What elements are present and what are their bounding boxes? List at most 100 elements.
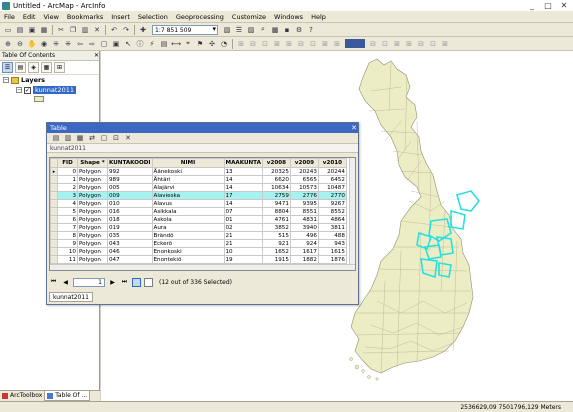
focus-data-frame-icon[interactable]: ⊡ (380, 39, 390, 49)
cell-v2009[interactable]: 4831 (289, 215, 319, 224)
cell-v2008[interactable]: 515 (261, 231, 291, 240)
table-close-icon[interactable]: ✕ (350, 123, 358, 133)
maximize-button[interactable]: □ (542, 1, 554, 10)
table-vertical-scrollbar[interactable] (349, 158, 355, 270)
cell-maakunta[interactable]: 21 (223, 231, 263, 240)
cell-v2008[interactable]: 3852 (261, 223, 291, 232)
cell-v2008[interactable]: 10634 (261, 183, 291, 192)
cell-v2010[interactable]: 488 (317, 231, 347, 240)
print-icon[interactable]: ▦ (39, 25, 49, 35)
layout-zoom-combo[interactable] (345, 39, 365, 48)
toc-options-icon[interactable]: ⊞ (54, 62, 65, 73)
next-record-icon[interactable]: ▶ (108, 279, 117, 286)
cell-kuntakoodi[interactable]: 019 (107, 223, 153, 232)
cell-shape[interactable]: Polygon (77, 231, 108, 240)
cell-fid[interactable]: 3 (57, 191, 78, 200)
row-selector-header[interactable] (50, 158, 58, 168)
hyperlink-icon[interactable]: ⚡ (147, 39, 157, 49)
cell-fid[interactable]: 10 (57, 247, 78, 256)
cell-v2008[interactable]: 1652 (261, 247, 291, 256)
cell-shape[interactable]: Polygon (77, 239, 108, 248)
save-icon[interactable]: ▣ (27, 25, 37, 35)
show-selected-records-icon[interactable] (144, 277, 153, 287)
table-layer-tab[interactable]: kunnat2011 (47, 144, 358, 153)
cell-v2008[interactable]: 1915 (261, 255, 291, 264)
cell-v2009[interactable]: 10573 (289, 183, 319, 192)
layout-extra3-icon[interactable]: ⊠ (440, 39, 450, 49)
html-popup-icon[interactable]: ▤ (159, 39, 169, 49)
arctoolbox-icon[interactable]: ▩ (270, 25, 280, 35)
cell-kuntakoodi[interactable]: 016 (107, 207, 153, 216)
column-header-v2010[interactable]: v2010 (317, 158, 347, 168)
table-row[interactable]: 7 Polygon 019 Aura 02 3852 3940 3811 (50, 223, 347, 232)
full-extent-icon[interactable]: ◉ (39, 39, 49, 49)
collapse-layer-icon[interactable]: − (16, 87, 22, 93)
cell-v2008[interactable]: 4761 (261, 215, 291, 224)
menu-selection[interactable]: Selection (134, 13, 172, 21)
clear-table-selection-icon[interactable]: ▢ (99, 133, 109, 143)
row-selector[interactable] (50, 183, 58, 192)
table-bottom-tab[interactable]: kunnat2011 (49, 292, 93, 302)
clear-selection-icon[interactable]: ▣ (111, 39, 121, 49)
cell-fid[interactable]: 6 (57, 215, 78, 224)
list-by-selection-icon[interactable]: ▦ (41, 62, 52, 73)
cell-shape[interactable]: Polygon (77, 223, 108, 232)
cell-nimi[interactable]: Eckerö (151, 239, 225, 248)
current-record-input[interactable]: 1 (73, 277, 105, 287)
row-selector[interactable] (50, 247, 58, 256)
attribute-grid[interactable]: FID Shape * KUNTAKOODI NIMI MAAKUNTA v20… (49, 157, 356, 271)
cell-shape[interactable]: Polygon (77, 255, 108, 264)
menu-help[interactable]: Help (307, 13, 330, 21)
layout-pan-icon[interactable]: ⊡ (260, 39, 270, 49)
column-header-shape[interactable]: Shape * (77, 158, 108, 168)
cell-kuntakoodi[interactable]: 005 (107, 183, 153, 192)
layout-back-icon[interactable]: ⊠ (320, 39, 330, 49)
layer-visibility-checkbox[interactable]: ✓ (24, 86, 31, 94)
table-horizontal-scrollbar[interactable] (50, 264, 355, 270)
layout-forward-icon[interactable]: ⊞ (332, 39, 342, 49)
redo-icon[interactable]: ↷ (121, 25, 131, 35)
cell-fid[interactable]: 1 (57, 175, 78, 184)
cell-nimi[interactable]: Alajärvi (151, 183, 225, 192)
row-selector[interactable] (50, 199, 58, 208)
first-record-icon[interactable]: ⏮ (49, 278, 58, 286)
cell-fid[interactable]: 7 (57, 223, 78, 232)
python-icon[interactable]: ▪ (282, 25, 292, 35)
cell-fid[interactable]: 4 (57, 199, 78, 208)
column-header-v2009[interactable]: v2009 (289, 158, 319, 168)
forward-extent-icon[interactable]: ⇨ (87, 39, 97, 49)
cell-v2010[interactable]: 943 (317, 239, 347, 248)
cell-v2008[interactable]: 6620 (261, 175, 291, 184)
cell-shape[interactable]: Polygon (77, 199, 108, 208)
cell-v2009[interactable]: 1882 (289, 255, 319, 264)
toggle-draft-mode-icon[interactable]: ⊟ (368, 39, 378, 49)
cell-nimi[interactable]: Enontekiö (151, 255, 225, 264)
cell-shape[interactable]: Polygon (77, 191, 108, 200)
list-by-drawing-order-icon[interactable]: ☰ (2, 62, 13, 73)
arctoolbox-tab[interactable]: ArcToolbox (0, 391, 44, 401)
layer-symbol-patch[interactable] (34, 96, 44, 102)
row-selector[interactable] (50, 207, 58, 216)
layout-zoom-out-icon[interactable]: ⊟ (248, 39, 258, 49)
cell-shape[interactable]: Polygon (77, 207, 108, 216)
change-layout-icon[interactable]: ⊠ (392, 39, 402, 49)
cell-v2010[interactable]: 1876 (317, 255, 347, 264)
cell-shape[interactable]: Polygon (77, 215, 108, 224)
cell-v2008[interactable]: 921 (261, 239, 291, 248)
cell-maakunta[interactable]: 21 (223, 239, 263, 248)
table-of-contents-icon[interactable]: ☰ (234, 25, 244, 35)
measure-icon[interactable]: ⟷ (171, 39, 181, 49)
cell-maakunta[interactable]: 17 (223, 191, 263, 200)
table-row[interactable]: 9 Polygon 043 Eckerö 21 921 924 943 (50, 239, 347, 248)
table-row[interactable]: 4 Polygon 010 Alavus 14 9471 9395 9267 (50, 199, 347, 208)
row-selector[interactable]: ▸ (50, 167, 58, 176)
cell-v2009[interactable]: 20243 (289, 167, 319, 176)
fixed-zoom-in-icon[interactable]: ⁜ (51, 39, 61, 49)
toc-tab[interactable]: Table Of ... (44, 391, 91, 401)
column-header-kuntakoodi[interactable]: KUNTAKOODI (107, 158, 153, 168)
cell-maakunta[interactable]: 10 (223, 247, 263, 256)
cell-v2010[interactable]: 2770 (317, 191, 347, 200)
cell-fid[interactable]: 9 (57, 239, 78, 248)
table-row[interactable]: 5 Polygon 016 Asikkala 07 8804 8551 8552 (50, 207, 347, 216)
cell-v2010[interactable]: 6452 (317, 175, 347, 184)
